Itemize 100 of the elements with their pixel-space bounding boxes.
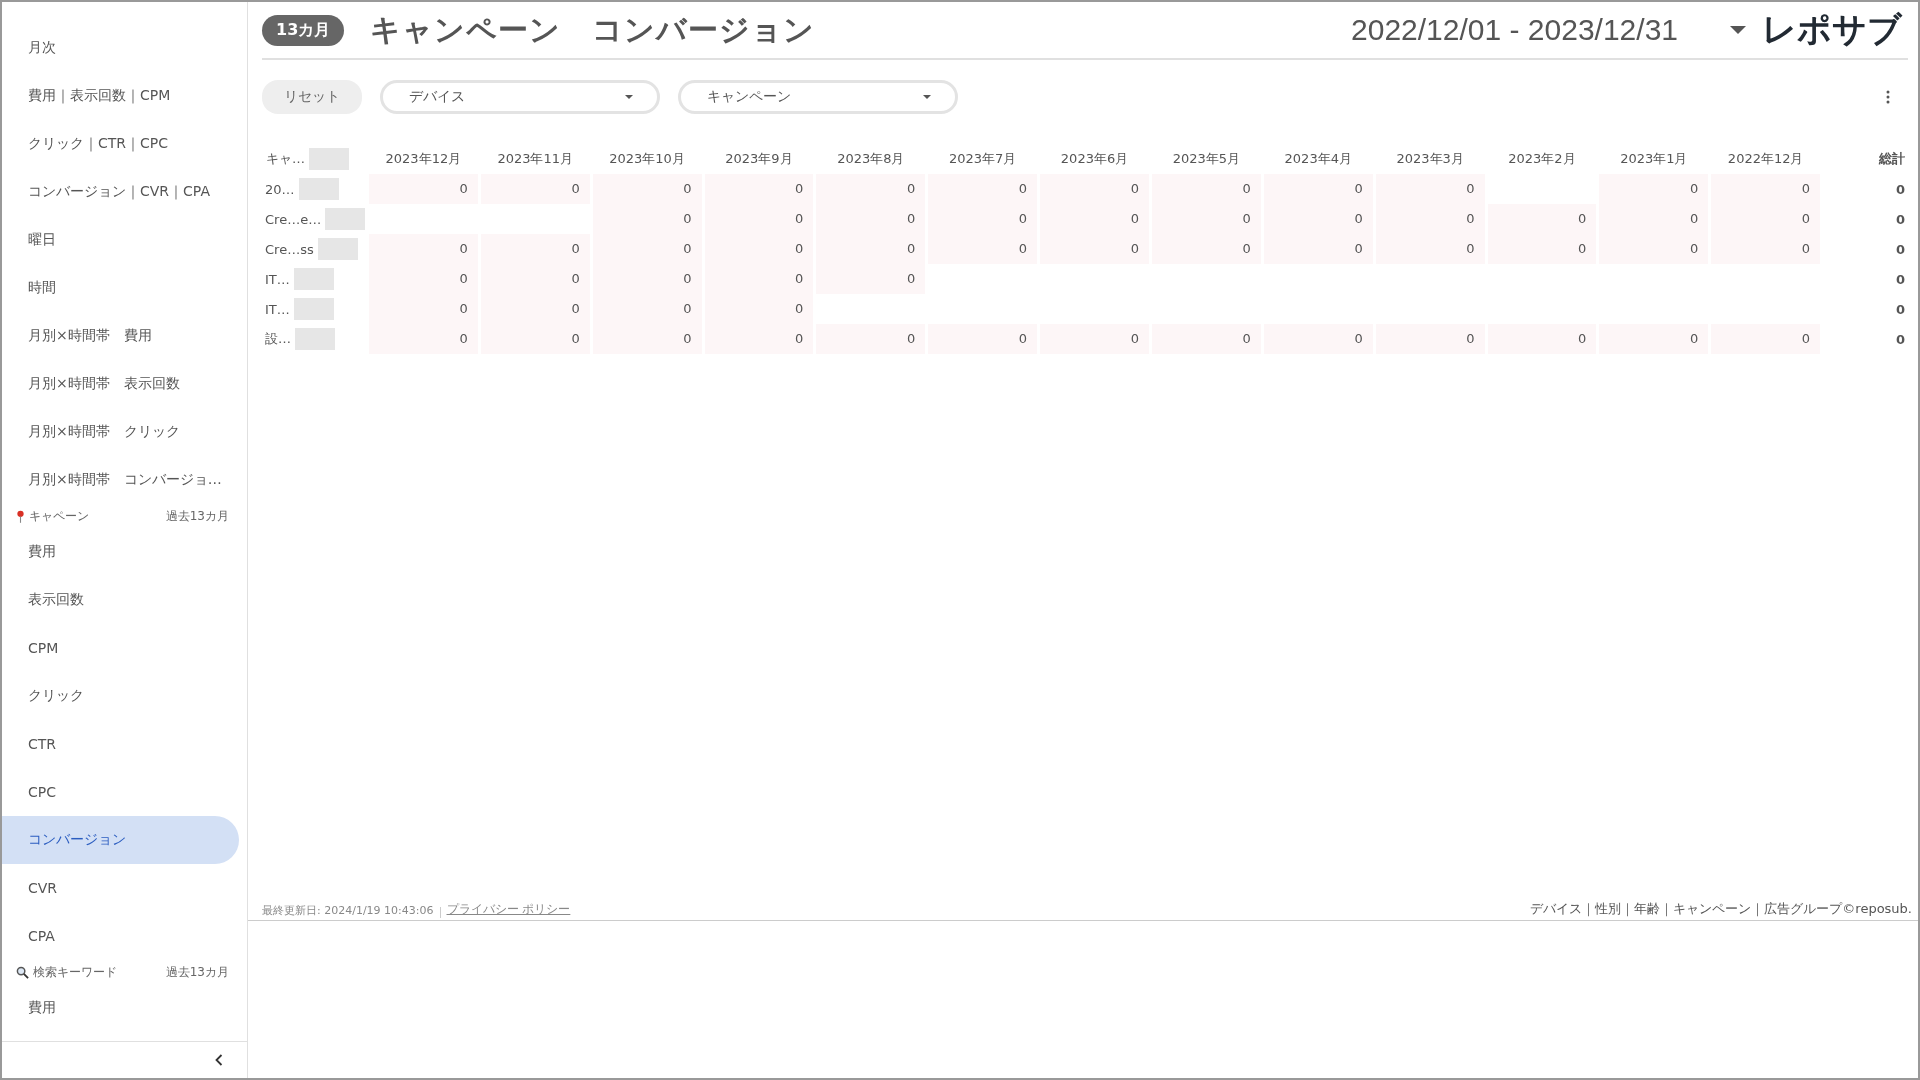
table-cell: 0 (368, 324, 478, 354)
table-cell: 0 (1599, 174, 1709, 204)
more-icon[interactable] (1886, 90, 1890, 104)
table-cell: 0 (1263, 234, 1373, 264)
table-cell: 0 (704, 174, 814, 204)
column-header[interactable]: 2023年3月 (1396, 151, 1464, 166)
column-header[interactable]: 2023年7月 (949, 151, 1017, 166)
sidebar-item[interactable]: 曜日 (2, 216, 239, 264)
column-header[interactable]: 2023年1月 (1620, 151, 1688, 166)
reset-button[interactable]: リセット (262, 80, 362, 114)
column-header[interactable]: 2023年9月 (725, 151, 793, 166)
total-cell: 0 (1895, 301, 1905, 317)
collapse-chevron-icon[interactable] (215, 1054, 223, 1066)
sidebar-item[interactable]: CPA (2, 912, 239, 960)
sidebar-item[interactable]: 表示回数 (2, 576, 239, 624)
sidebar-item[interactable]: 月次 (2, 24, 239, 72)
table-cell: 0 (368, 264, 478, 294)
column-header[interactable]: 2023年5月 (1172, 151, 1241, 166)
table-cell: 0 (816, 204, 926, 234)
table-cell: 0 (1599, 204, 1709, 234)
table-cell: 0 (816, 264, 926, 294)
search-icon (16, 965, 29, 979)
section-label: 検索キーワード (33, 963, 117, 981)
table-cell: 0 (480, 264, 590, 294)
table-cell: 0 (1151, 204, 1261, 234)
table-cell: 0 (592, 324, 702, 354)
total-cell: 0 (1895, 181, 1905, 197)
column-header[interactable]: 2023年4月 (1284, 151, 1352, 166)
table-cell: 0 (1151, 234, 1261, 264)
privacy-link[interactable]: プライバシー ポリシー (446, 901, 571, 918)
sidebar-item[interactable]: 費用｜表示回数｜CPM (2, 72, 239, 120)
column-header[interactable]: 2023年12月 (385, 151, 462, 166)
filter-dropdown[interactable]: デバイス (380, 80, 660, 114)
table-cell: 0 (1263, 324, 1373, 354)
table-cell: 0 (704, 234, 814, 264)
date-range[interactable]: 2022/12/01 - 2023/12/31 (1351, 13, 1678, 47)
table-cell: 0 (928, 324, 1038, 354)
sidebar-item[interactable]: コンバージョン (2, 816, 239, 864)
column-header[interactable]: 2022年12月 (1727, 151, 1804, 166)
column-header[interactable]: 2023年11月 (497, 151, 574, 166)
table-cell: 0 (816, 234, 926, 264)
row-label: 設… (265, 330, 291, 348)
sidebar-item[interactable]: 月別×時間帯 費用 (2, 312, 239, 360)
table-cell: 0 (1040, 174, 1149, 204)
table-cell: 0 (1711, 204, 1821, 234)
caret-icon[interactable] (1730, 26, 1746, 34)
table-cell: 0 (1375, 174, 1485, 204)
table-cell: 0 (1263, 204, 1373, 234)
table-cell: 0 (1375, 234, 1485, 264)
sidebar-item[interactable]: 費用 (2, 528, 239, 576)
table-cell: 0 (1599, 234, 1709, 264)
column-header[interactable]: キャ… (266, 150, 305, 168)
caret-icon (923, 95, 931, 99)
redacted-block (325, 208, 366, 230)
column-header[interactable]: 2023年10月 (609, 151, 685, 166)
redacted-block (298, 178, 339, 200)
total-cell: 0 (1895, 331, 1905, 347)
sidebar-item[interactable]: 月別×時間帯 表示回数 (2, 360, 239, 408)
sidebar-item[interactable]: クリック (2, 672, 239, 720)
table-cell: 0 (480, 324, 590, 354)
table-cell: 0 (480, 174, 590, 204)
redacted-block (317, 238, 358, 260)
sidebar-item[interactable]: CVR (2, 864, 239, 912)
sidebar-item[interactable]: 時間 (2, 264, 239, 312)
table-cell: 0 (704, 324, 814, 354)
table-cell: 0 (592, 204, 702, 234)
sidebar-item[interactable]: クリック｜CTR｜CPC (2, 120, 239, 168)
sidebar-item[interactable]: CPM (2, 624, 239, 672)
table-cell: 0 (1040, 234, 1149, 264)
row-label: 20… (265, 181, 295, 197)
table-cell: 0 (928, 234, 1038, 264)
table-cell: 0 (1040, 324, 1149, 354)
table-cell: 0 (928, 174, 1038, 204)
table-cell: 0 (480, 294, 590, 324)
column-header[interactable]: 2023年6月 (1060, 151, 1129, 166)
section-label: キャペーン (29, 507, 89, 525)
column-header[interactable]: 総計 (1879, 151, 1905, 166)
caret-icon (625, 95, 633, 99)
table-cell: 0 (1263, 174, 1373, 204)
column-header[interactable]: 2023年8月 (837, 151, 905, 166)
sidebar-item[interactable]: CTR (2, 720, 239, 768)
sidebar-item[interactable]: 月別×時間帯 コンバージョ… (2, 456, 239, 504)
section-period: 過去13カ月 (165, 963, 229, 981)
table-cell: 0 (1040, 204, 1149, 234)
redacted-block (309, 148, 349, 170)
sidebar-item[interactable]: 月別×時間帯 クリック (2, 408, 239, 456)
last-updated: 最終更新日: 2024/1/19 10:43:06 (262, 903, 434, 918)
row-label: IT… (265, 271, 290, 287)
sidebar-item[interactable]: コンバージョン｜CVR｜CPA (2, 168, 239, 216)
table-cell: 0 (1711, 174, 1821, 204)
redacted-block (293, 298, 334, 320)
filter-dropdown[interactable]: キャンペーン (678, 80, 958, 114)
table-cell: 0 (1487, 324, 1597, 354)
sidebar-item[interactable]: 費用 (2, 984, 239, 1032)
table-cell: 0 (368, 294, 478, 324)
column-header[interactable]: 2023年2月 (1508, 151, 1576, 166)
row-label: Cre…e… (265, 211, 322, 227)
table-cell: 0 (592, 294, 702, 324)
table-cell: 0 (1711, 324, 1821, 354)
sidebar-item[interactable]: CPC (2, 768, 239, 816)
